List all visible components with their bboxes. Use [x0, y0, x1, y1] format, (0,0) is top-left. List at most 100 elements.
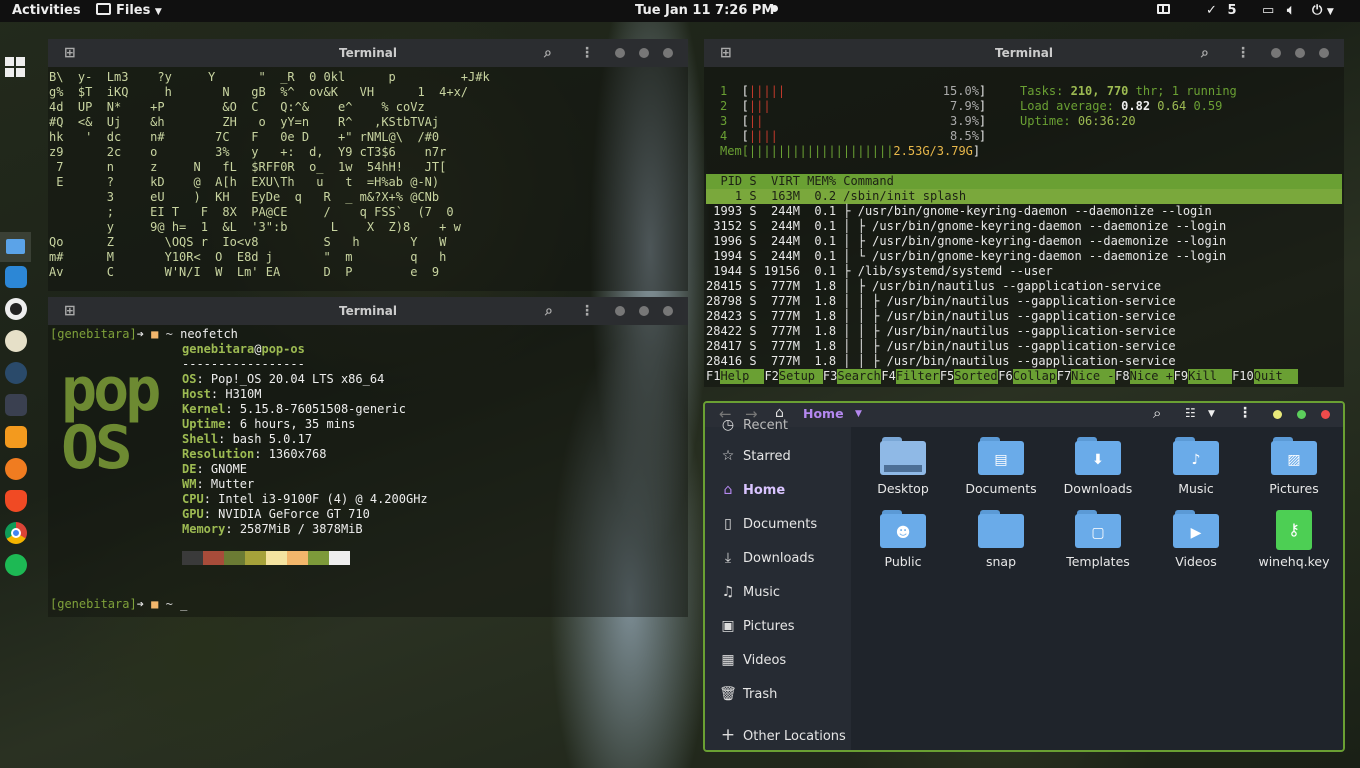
minimize-button[interactable] — [1273, 410, 1282, 419]
view-options-icon[interactable]: ☷ — [1185, 406, 1196, 420]
fkey-label[interactable]: Filter — [895, 369, 940, 384]
folder-snap[interactable]: snap — [956, 510, 1046, 569]
fkey[interactable]: F4 — [881, 369, 895, 383]
screen-icon[interactable]: ▭ — [1262, 3, 1274, 18]
chrome-icon[interactable] — [5, 522, 27, 544]
process-row[interactable]: 28423 S 777M 1.8 │ │ ├ /usr/bin/nautilus… — [706, 309, 1342, 324]
maximize-button[interactable] — [1295, 48, 1305, 58]
fkey[interactable]: F5 — [940, 369, 954, 383]
process-row[interactable]: 1996 S 244M 0.1 │ ├ /usr/bin/gnome-keyri… — [706, 234, 1342, 249]
folder-templates[interactable]: ▢ Templates — [1053, 510, 1143, 569]
fkey[interactable]: F10 — [1232, 369, 1254, 383]
process-row[interactable]: 28422 S 777M 1.8 │ │ ├ /usr/bin/nautilus… — [706, 324, 1342, 339]
app-grid-icon[interactable] — [5, 57, 27, 79]
sidebar-item-home[interactable]: ⌂ Home — [705, 478, 851, 504]
maximize-button[interactable] — [639, 306, 649, 316]
process-table-header[interactable]: PID S VIRT MEM% Command — [706, 174, 1342, 189]
minimize-button[interactable] — [615, 306, 625, 316]
menu-icon[interactable]: ⋮ — [580, 303, 594, 319]
tiling-icon[interactable] — [1157, 3, 1170, 18]
folder-pictures[interactable]: ▨ Pictures — [1249, 437, 1339, 496]
sidebar-item-other-locations[interactable]: + Other Locations — [705, 724, 851, 750]
process-row[interactable]: 1 S 163M 0.2 /sbin/init splash — [706, 189, 1342, 204]
folder-public[interactable]: ☻ Public — [858, 510, 948, 569]
files-window[interactable]: ← → ⌂ Home ▼ ⌕ ☷ ▼ ⋮ ◷ Recent ☆ Starred ⌂ H… — [703, 401, 1345, 752]
process-row[interactable]: 3152 S 244M 0.1 │ ├ /usr/bin/gnome-keyri… — [706, 219, 1342, 234]
terminal-window-htop[interactable]: ⊞ Terminal ⌕ ⋮ 1 [||||| 15.0%] 2 [||| 7.9%]… — [704, 39, 1344, 387]
sidebar-item-trash[interactable]: 🗑︎ Trash — [705, 682, 851, 708]
folder-downloads[interactable]: ⬇ Downloads — [1053, 437, 1143, 496]
close-button[interactable] — [663, 48, 673, 58]
folder-videos[interactable]: ▶ Videos — [1151, 510, 1241, 569]
search-icon[interactable]: ⌕ — [544, 45, 552, 61]
sidebar-item-documents[interactable]: ▯ Documents — [705, 512, 851, 538]
fkey[interactable]: F1 — [706, 369, 720, 383]
prompt-line-2[interactable]: [genebitara]➔ ■ ~ _ — [50, 597, 187, 612]
volume-icon[interactable]: 🔈︎ — [1287, 3, 1295, 18]
sidebar-item-music[interactable]: ♫ Music — [705, 580, 851, 606]
process-row[interactable]: 1944 S 19156 0.1 ├ /lib/systemd/systemd … — [706, 264, 1342, 279]
fkey-label[interactable]: Search — [837, 369, 882, 384]
process-row[interactable]: 28415 S 777M 1.8 │ ├ /usr/bin/nautilus -… — [706, 279, 1342, 294]
file-winehq-key[interactable]: ⚷ winehq.key — [1249, 510, 1339, 569]
terminal-icon[interactable] — [5, 394, 27, 416]
process-row[interactable]: 1994 S 244M 0.1 │ └ /usr/bin/gnome-keyri… — [706, 249, 1342, 264]
sidebar-item-pictures[interactable]: ▣ Pictures — [705, 614, 851, 640]
close-button[interactable] — [1321, 410, 1330, 419]
brave-icon[interactable] — [5, 490, 27, 512]
folder-music[interactable]: ♪ Music — [1151, 437, 1241, 496]
sidebar-item-starred[interactable]: ☆ Starred — [705, 444, 851, 470]
activities-button[interactable]: Activities — [12, 3, 81, 18]
sidebar-item-downloads[interactable]: ⤓ Downloads — [705, 546, 851, 572]
fkey[interactable]: F2 — [764, 369, 778, 383]
process-row[interactable]: 1993 S 244M 0.1 ├ /usr/bin/gnome-keyring… — [706, 204, 1342, 219]
power-icon[interactable]: ⏻ ▼ — [1312, 3, 1334, 18]
chevron-down-icon[interactable]: ▼ — [855, 409, 862, 419]
fkey-label[interactable]: Kill — [1188, 369, 1233, 384]
fkey[interactable]: F7 — [1057, 369, 1071, 383]
close-button[interactable] — [1319, 48, 1329, 58]
sublime-text-icon[interactable] — [5, 426, 27, 448]
files-app-menu[interactable]: Files ▼ — [96, 3, 162, 18]
folder-documents[interactable]: ▤ Documents — [956, 437, 1046, 496]
fkey-label[interactable]: Nice + — [1129, 369, 1174, 384]
search-icon[interactable]: ⌕ — [1153, 404, 1161, 422]
vscode-icon[interactable] — [5, 266, 27, 288]
process-row[interactable]: 28417 S 777M 1.8 │ │ ├ /usr/bin/nautilus… — [706, 339, 1342, 354]
spotify-icon[interactable] — [5, 554, 27, 576]
minimize-button[interactable] — [615, 48, 625, 58]
github-icon[interactable] — [5, 298, 27, 320]
sidebar-item-videos[interactable]: ▦ Videos — [705, 648, 851, 674]
fkey-label[interactable]: Quit — [1253, 369, 1298, 384]
fkey-label[interactable]: Setup — [778, 369, 823, 384]
menu-icon[interactable]: ⋮ — [1236, 45, 1250, 61]
maximize-button[interactable] — [639, 48, 649, 58]
terminal-window-matrix[interactable]: ⊞ Terminal ⌕ ⋮ B\ y- Lm3 ?y Y " _R 0 0kl… — [48, 39, 688, 291]
fkey[interactable]: F6 — [998, 369, 1012, 383]
dock-files-icon[interactable] — [0, 232, 31, 262]
clock[interactable]: Tue Jan 11 7:26 PM — [635, 3, 774, 18]
fkey[interactable]: F3 — [823, 369, 837, 383]
folder-desktop[interactable]: Desktop — [858, 437, 948, 496]
fkey-label[interactable]: Collap — [1012, 369, 1057, 384]
sidebar-item-recent[interactable]: ◷ Recent — [705, 413, 851, 439]
updates-indicator[interactable]: ✓ 5 — [1206, 3, 1236, 18]
maximize-button[interactable] — [1297, 410, 1306, 419]
minimize-button[interactable] — [1271, 48, 1281, 58]
fkey-label[interactable]: Sorted — [954, 369, 999, 384]
process-row[interactable]: 28416 S 777M 1.8 │ │ ├ /usr/bin/nautilus… — [706, 354, 1342, 369]
fkey-label[interactable]: Nice - — [1071, 369, 1116, 384]
search-icon[interactable]: ⌕ — [545, 303, 553, 319]
process-row[interactable]: 28798 S 777M 1.8 │ │ ├ /usr/bin/nautilus… — [706, 294, 1342, 309]
close-button[interactable] — [663, 306, 673, 316]
inkscape-icon[interactable] — [5, 330, 27, 352]
search-icon[interactable]: ⌕ — [1201, 45, 1209, 61]
menu-icon[interactable]: ⋮ — [580, 45, 594, 61]
fkey[interactable]: F9 — [1174, 369, 1188, 383]
chevron-down-icon[interactable]: ▼ — [1208, 409, 1215, 419]
menu-icon[interactable]: ⋮ — [1238, 405, 1252, 421]
steam-icon[interactable] — [5, 362, 27, 384]
fkey-label[interactable]: Help — [720, 369, 765, 384]
terminal-window-neofetch[interactable]: ⊞ Terminal ⌕ ⋮ [genebitara]➔ ■ ~ neofetc… — [48, 297, 688, 617]
blender-icon[interactable] — [5, 458, 27, 480]
